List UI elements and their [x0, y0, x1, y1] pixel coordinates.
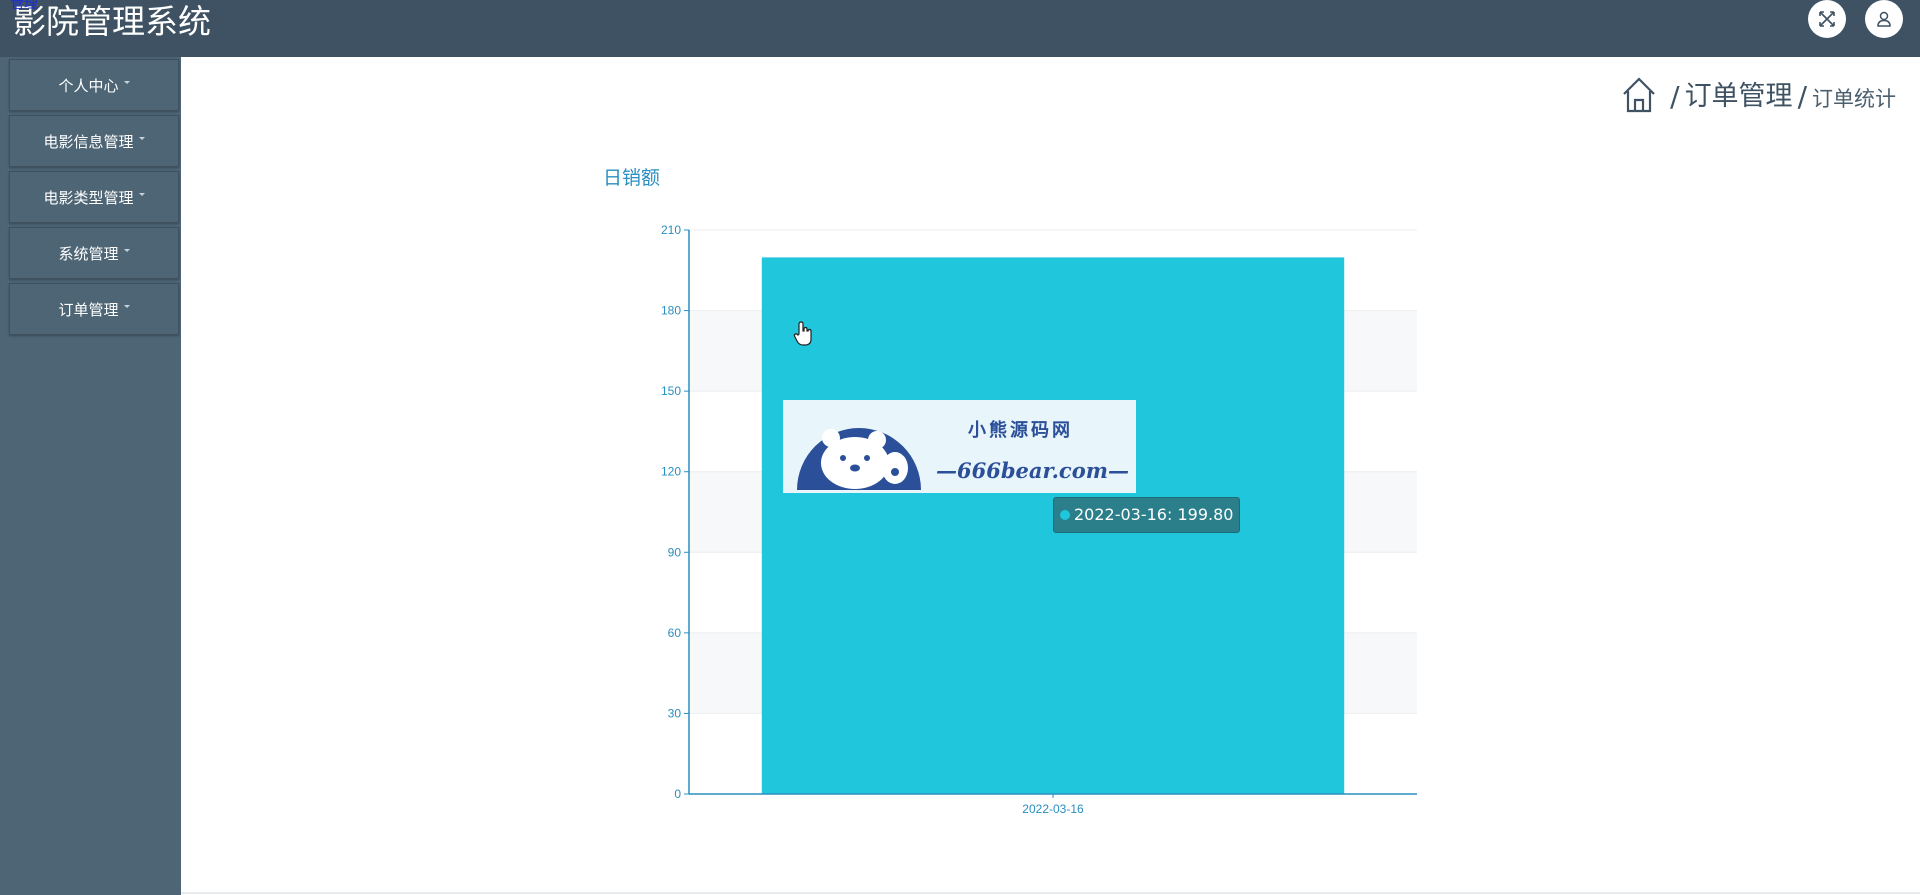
- bear-logo-icon: [797, 428, 921, 490]
- watermark-url: —666bear.com—: [936, 458, 1129, 483]
- series-dot-icon: [1060, 510, 1070, 520]
- sidebar-item-personal-center[interactable]: 个人中心: [9, 59, 179, 111]
- tooltip-text: 2022-03-16: 199.80: [1074, 505, 1234, 524]
- sidebar: 个人中心 电影信息管理 电影类型管理 系统管理 订单管理: [0, 57, 181, 895]
- caret-down-icon: [123, 248, 130, 252]
- chart-tooltip: 2022-03-16: 199.80: [1053, 497, 1241, 533]
- divider: [181, 892, 1920, 894]
- hand-cursor-icon: [793, 321, 812, 346]
- chart-title: 日销额: [603, 167, 661, 189]
- y-tick-label: 0: [674, 787, 681, 801]
- watermark-banner: 小熊源码网 —666bear.com—: [783, 400, 1136, 493]
- sidebar-item-movie-info[interactable]: 电影信息管理: [9, 115, 179, 167]
- breadcrumb-item-stats: 订单统计: [1812, 87, 1896, 111]
- sidebar-item-label: 电影信息管理: [43, 132, 134, 151]
- y-tick-label: 90: [668, 545, 682, 559]
- top-header: 影院管理系统 管理: [0, 0, 1920, 57]
- sidebar-item-label: 电影类型管理: [43, 188, 134, 207]
- fullscreen-icon: [1819, 11, 1835, 27]
- user-icon: [1877, 11, 1891, 27]
- caret-down-icon: [138, 192, 145, 196]
- admin-tag: 管理: [10, 0, 38, 12]
- sidebar-item-movie-type[interactable]: 电影类型管理: [9, 171, 179, 223]
- sidebar-item-label: 个人中心: [58, 76, 119, 95]
- caret-down-icon: [123, 304, 130, 308]
- watermark-title: 小熊源码网: [968, 420, 1073, 441]
- sidebar-item-label: 系统管理: [58, 244, 119, 263]
- caret-down-icon: [123, 80, 130, 84]
- breadcrumb-separator: /: [1797, 80, 1807, 113]
- sidebar-item-system[interactable]: 系统管理: [9, 227, 179, 279]
- sales-bar-chart: 0 30 60 90 120 150 180 210 2022-03-16: [661, 223, 1417, 816]
- y-tick-label: 30: [668, 706, 682, 720]
- breadcrumb: / 订单管理 / 订单统计: [1621, 75, 1896, 115]
- user-button[interactable]: [1865, 0, 1903, 38]
- fullscreen-button[interactable]: [1808, 0, 1846, 38]
- caret-down-icon: [138, 136, 145, 140]
- home-icon[interactable]: [1621, 75, 1657, 115]
- y-tick-label: 180: [661, 304, 681, 318]
- y-tick-label: 60: [668, 626, 682, 640]
- app-title: 影院管理系统: [13, 2, 211, 41]
- y-tick-label: 210: [661, 223, 681, 237]
- sidebar-item-label: 订单管理: [58, 300, 119, 319]
- sidebar-item-orders[interactable]: 订单管理: [9, 283, 179, 335]
- y-tick-label: 150: [661, 384, 681, 398]
- breadcrumb-item-orders[interactable]: 订单管理: [1685, 79, 1793, 115]
- y-tick-label: 120: [661, 465, 681, 479]
- breadcrumb-separator: /: [1670, 80, 1680, 113]
- x-tick-label: 2022-03-16: [1022, 802, 1084, 816]
